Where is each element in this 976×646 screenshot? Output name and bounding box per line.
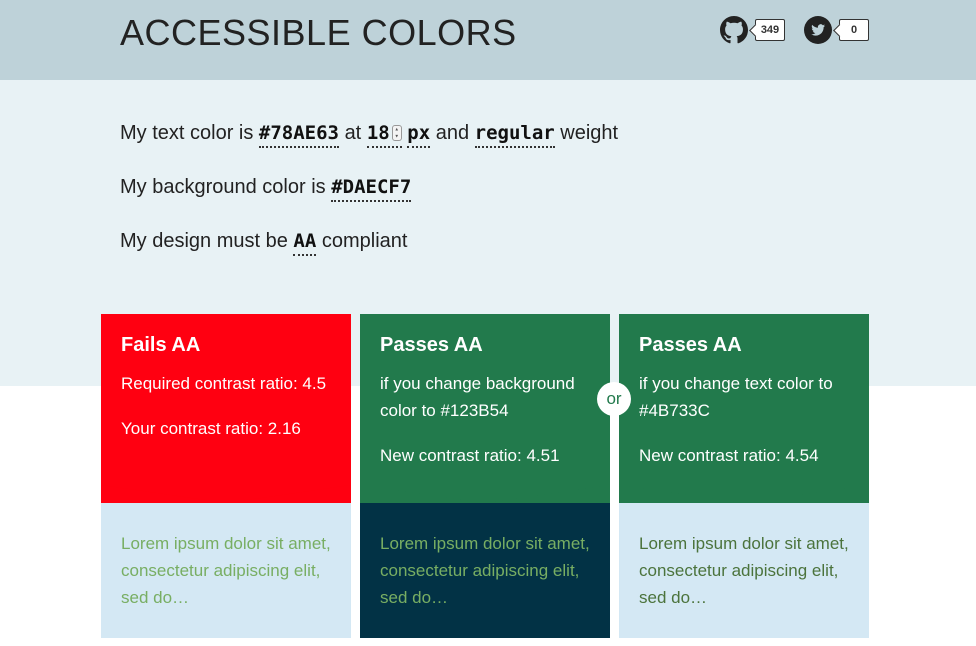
github-icon[interactable] <box>720 16 748 44</box>
twitter-share-count[interactable]: 0 <box>839 19 869 41</box>
text-color-label: My text color is <box>120 122 254 144</box>
font-size-value: 18 <box>366 122 390 144</box>
result-header: Passes AA if you change background color… <box>360 314 610 503</box>
text-color-sentence: My text color is #78AE63 at 18 ▴ ▾ px and … <box>120 121 618 148</box>
your-ratio: Your contrast ratio: 2.16 <box>121 419 301 438</box>
weight-label: weight <box>560 122 619 144</box>
suggestion-text: if you change background color to #123B5… <box>380 374 575 420</box>
site-title: ACCESSIBLE COLORS <box>120 12 517 53</box>
result-header: Passes AA if you change text color to #4… <box>619 314 869 503</box>
font-size-input[interactable]: 18 ▴ ▾ <box>366 121 402 148</box>
twitter-icon[interactable] <box>804 16 832 44</box>
github-star-count[interactable]: 349 <box>755 19 785 41</box>
compliance-label: My design must be <box>120 230 288 252</box>
or-badge: or <box>597 382 631 416</box>
background-color-sentence: My background color is #DAECF7 <box>120 175 412 202</box>
compliance-sentence: My design must be AA compliant <box>120 229 407 256</box>
result-title: Fails AA <box>121 334 201 356</box>
github-star-widget[interactable]: 349 <box>720 16 785 44</box>
result-title: Passes AA <box>639 334 742 356</box>
card-arrow <box>101 485 351 503</box>
unit-select[interactable]: px <box>407 121 431 148</box>
font-weight-select[interactable]: regular <box>474 121 555 148</box>
compliance-level-select[interactable]: AA <box>293 229 317 256</box>
result-card-text-suggestion: Passes AA if you change text color to #4… <box>619 314 869 638</box>
card-arrow <box>619 485 869 503</box>
result-card-current: Fails AA Required contrast ratio: 4.5 Yo… <box>101 314 351 638</box>
site-header: ACCESSIBLE COLORS 349 0 <box>0 0 976 80</box>
twitter-share-widget[interactable]: 0 <box>804 16 869 44</box>
suggestion-text: if you change text color to #4B733C <box>639 374 833 420</box>
and-label: and <box>435 122 470 144</box>
sample-text: Lorem ipsum dolor sit amet, consectetur … <box>639 534 849 607</box>
card-arrow <box>360 485 610 503</box>
result-title: Passes AA <box>380 334 483 356</box>
result-header: Fails AA Required contrast ratio: 4.5 Yo… <box>101 314 351 503</box>
font-size-spinner[interactable]: ▴ ▾ <box>391 125 402 141</box>
at-label: at <box>344 122 362 144</box>
background-color-input[interactable]: #DAECF7 <box>331 175 412 202</box>
result-card-background-suggestion: Passes AA if you change background color… <box>360 314 610 638</box>
required-ratio: Required contrast ratio: 4.5 <box>121 374 327 393</box>
sample-text: Lorem ipsum dolor sit amet, consectetur … <box>380 534 590 607</box>
sample-text: Lorem ipsum dolor sit amet, consectetur … <box>121 534 331 607</box>
text-color-input[interactable]: #78AE63 <box>258 121 339 148</box>
background-color-label: My background color is <box>120 176 326 198</box>
new-ratio: New contrast ratio: 4.51 <box>380 446 560 465</box>
compliant-label: compliant <box>321 230 408 252</box>
new-ratio: New contrast ratio: 4.54 <box>639 446 819 465</box>
